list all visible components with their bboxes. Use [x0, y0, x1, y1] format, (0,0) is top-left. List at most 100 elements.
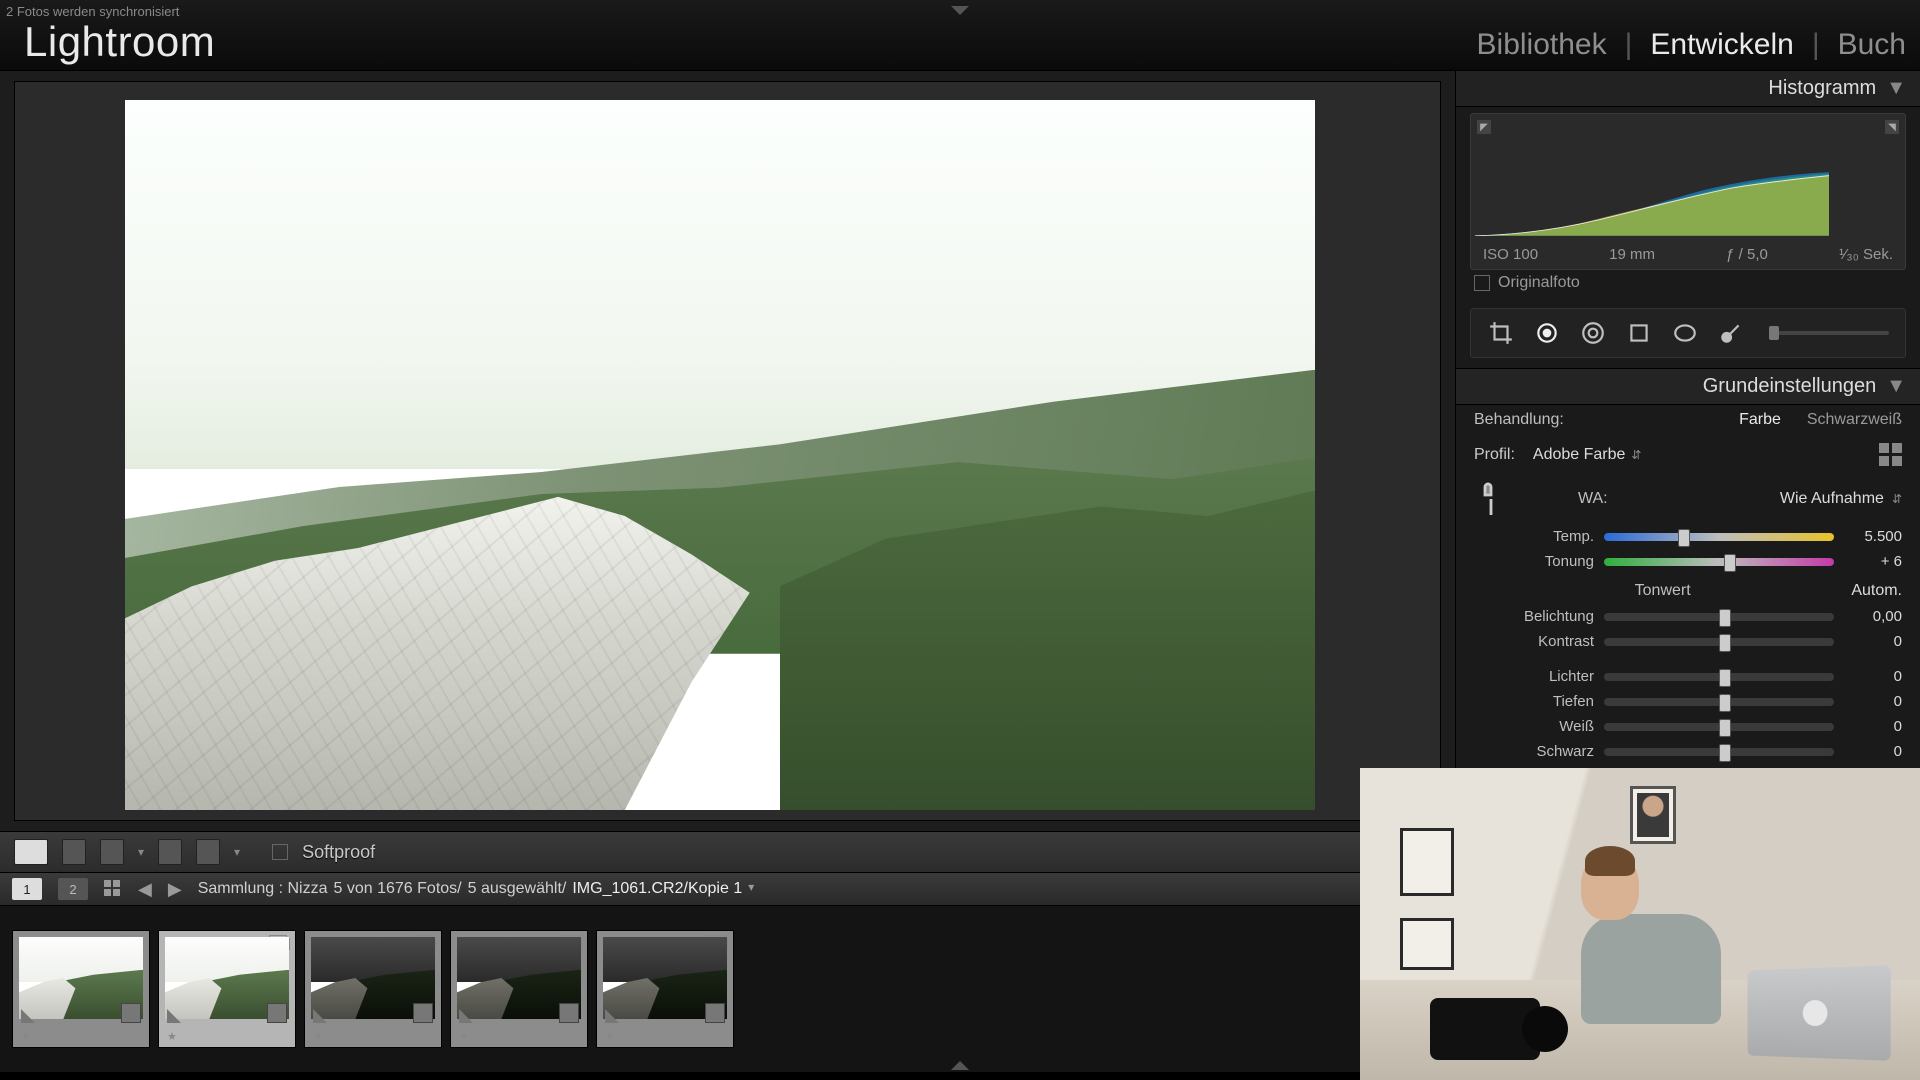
blacks-slider[interactable]: [1604, 748, 1834, 756]
breadcrumb[interactable]: Sammlung : Nizza 5 von 1676 Fotos/ 5 aus…: [198, 880, 755, 898]
wb-preset-dropdown[interactable]: Wie Aufnahme: [1780, 490, 1884, 508]
original-photo-toggle[interactable]: Originalfoto: [1456, 270, 1920, 302]
virtual-copy-icon: [459, 1009, 473, 1023]
basic-panel-header[interactable]: Grundeinstellungen ▼: [1456, 368, 1920, 405]
temp-label: Temp.: [1474, 528, 1604, 545]
shadows-value[interactable]: 0: [1834, 693, 1902, 710]
spot-removal-tool-icon[interactable]: [1533, 319, 1561, 347]
profile-row: Profil: Adobe Farbe ⇵: [1456, 435, 1920, 474]
highlights-label: Lichter: [1474, 668, 1604, 685]
checkbox-icon[interactable]: [1474, 275, 1490, 291]
monitor-1-button[interactable]: 1: [12, 878, 42, 900]
chevron-down-icon[interactable]: ▾: [234, 845, 240, 859]
highlight-clip-icon[interactable]: ◥: [1885, 120, 1899, 134]
tool-size-slider[interactable]: [1769, 331, 1889, 335]
shadow-clip-icon[interactable]: ◤: [1477, 120, 1491, 134]
whites-slider[interactable]: [1604, 723, 1834, 731]
compare-x-button[interactable]: [196, 839, 220, 865]
chevron-down-icon[interactable]: ▾: [138, 845, 144, 859]
thumbnail[interactable]: ★: [304, 930, 442, 1048]
viewer-canvas[interactable]: [14, 81, 1441, 821]
temp-value[interactable]: 5.500: [1834, 528, 1902, 545]
profile-dropdown[interactable]: Adobe Farbe: [1533, 446, 1626, 464]
main-photo[interactable]: [125, 100, 1315, 810]
histogram-canvas[interactable]: ◤ ◥: [1475, 118, 1901, 236]
collapse-icon: ▼: [1886, 375, 1906, 398]
blacks-value[interactable]: 0: [1834, 743, 1902, 760]
panel-collapse-bottom-icon[interactable]: [951, 1061, 969, 1070]
rating-star[interactable]: ★: [167, 1030, 177, 1043]
compare-y-button[interactable]: [158, 839, 182, 865]
exposure-value[interactable]: 0,00: [1834, 608, 1902, 625]
focal-length: 19 mm: [1609, 246, 1655, 263]
brush-tool-icon[interactable]: [1717, 319, 1745, 347]
current-filename: IMG_1061.CR2/Kopie 1: [572, 880, 742, 898]
wb-eyedropper-icon[interactable]: [1467, 475, 1515, 523]
sync-status: 2 Fotos werden synchronisiert: [6, 4, 179, 19]
contrast-value[interactable]: 0: [1834, 633, 1902, 650]
tone-subheader: Tonwert Autom.: [1456, 574, 1920, 604]
tint-slider[interactable]: [1604, 558, 1834, 566]
iso-value: ISO 100: [1483, 246, 1538, 263]
whites-value[interactable]: 0: [1834, 718, 1902, 735]
module-book[interactable]: Buch: [1838, 28, 1906, 62]
thumbnail[interactable]: ★: [158, 930, 296, 1048]
graduated-filter-tool-icon[interactable]: [1625, 319, 1653, 347]
develop-badge-icon: [705, 1003, 725, 1023]
dropdown-icon: ⇵: [1631, 448, 1641, 462]
redeye-tool-icon[interactable]: [1579, 319, 1607, 347]
develop-badge-icon: [121, 1003, 141, 1023]
thumbnail[interactable]: ★: [450, 930, 588, 1048]
thumbnail[interactable]: ★: [12, 930, 150, 1048]
highlights-value[interactable]: 0: [1834, 668, 1902, 685]
radial-filter-tool-icon[interactable]: [1671, 319, 1699, 347]
module-picker: Bibliothek | Entwickeln | Buch: [1477, 28, 1906, 62]
tint-value[interactable]: + 6: [1834, 553, 1902, 570]
chevron-down-icon[interactable]: ▾: [748, 880, 754, 898]
treatment-color[interactable]: Farbe: [1739, 411, 1781, 429]
app-title: Lightroom: [24, 18, 215, 66]
thumbnail[interactable]: ★: [596, 930, 734, 1048]
wb-label: WA:: [1578, 490, 1608, 508]
temp-slider[interactable]: [1604, 533, 1834, 541]
module-develop[interactable]: Entwickeln: [1650, 28, 1793, 62]
blacks-label: Schwarz: [1474, 743, 1604, 760]
histogram-header[interactable]: Histogramm ▼: [1456, 71, 1920, 107]
histogram-box: ◤ ◥ ISO 100 19 mm ƒ / 5,0 ¹⁄₃₀ Sek.: [1470, 113, 1906, 270]
module-library[interactable]: Bibliothek: [1477, 28, 1607, 62]
loupe-view-button[interactable]: [14, 839, 48, 865]
grid-view-icon[interactable]: [104, 880, 122, 898]
softproof-checkbox[interactable]: [272, 844, 288, 860]
rating-star[interactable]: ★: [605, 1030, 615, 1043]
profile-browser-icon[interactable]: [1879, 443, 1902, 466]
treatment-bw[interactable]: Schwarzweiß: [1807, 411, 1902, 429]
separator: |: [1625, 28, 1633, 62]
photo-count: 5 von 1676 Fotos/: [334, 880, 462, 898]
rating-star[interactable]: ★: [21, 1030, 31, 1043]
virtual-copy-icon: [167, 1009, 181, 1023]
tone-label: Tonwert: [1474, 582, 1851, 600]
shadows-label: Tiefen: [1474, 693, 1604, 710]
webcam-overlay: [1360, 768, 1920, 1080]
dropdown-icon: ⇵: [1892, 492, 1902, 506]
softproof-label: Softproof: [302, 842, 375, 863]
crop-tool-icon[interactable]: [1487, 319, 1515, 347]
highlights-slider[interactable]: [1604, 673, 1834, 681]
exposure-slider[interactable]: [1604, 613, 1834, 621]
monitor-2-button[interactable]: 2: [58, 878, 88, 900]
contrast-slider[interactable]: [1604, 638, 1834, 646]
next-photo-button[interactable]: ▶: [168, 879, 182, 900]
before-after-lr-button[interactable]: [62, 839, 86, 865]
separator: |: [1812, 28, 1820, 62]
panel-collapse-top-icon[interactable]: [951, 6, 969, 15]
histogram-title: Histogramm: [1768, 77, 1876, 100]
tint-slider-row: Tonung + 6: [1456, 549, 1920, 574]
prev-photo-button[interactable]: ◀: [138, 879, 152, 900]
basic-title: Grundeinstellungen: [1703, 375, 1876, 398]
before-after-tb-button[interactable]: [100, 839, 124, 865]
virtual-copy-icon: [313, 1009, 327, 1023]
rating-star[interactable]: ★: [313, 1030, 323, 1043]
rating-star[interactable]: ★: [459, 1030, 469, 1043]
shadows-slider[interactable]: [1604, 698, 1834, 706]
auto-tone-button[interactable]: Autom.: [1851, 582, 1902, 600]
